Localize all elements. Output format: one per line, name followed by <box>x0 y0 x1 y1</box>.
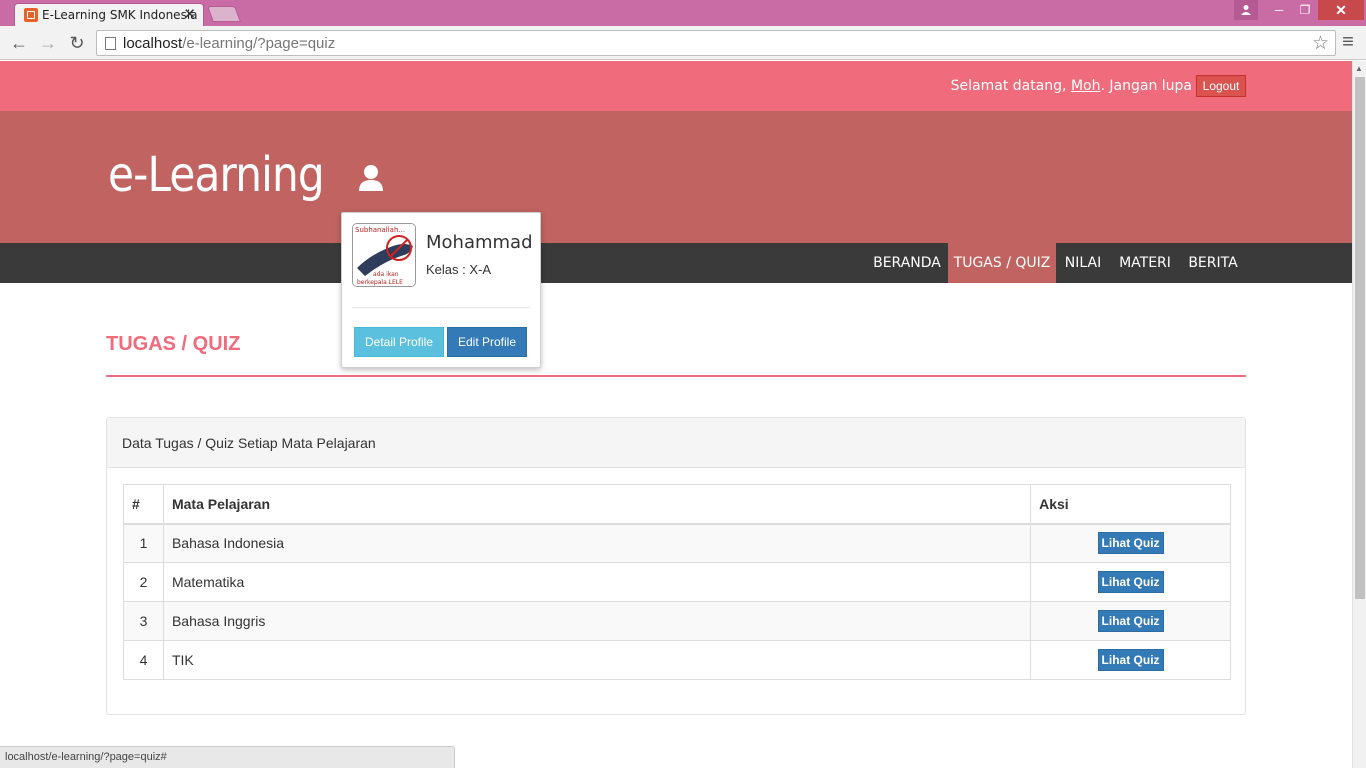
address-bar[interactable]: localhost/e-learning/?page=quiz ☆ <box>96 30 1336 56</box>
row-number: 1 <box>123 523 164 563</box>
minimize-icon[interactable]: ─ <box>1266 0 1292 20</box>
svg-text:ada ikan: ada ikan <box>373 271 399 278</box>
quiz-panel: Data Tugas / Quiz Setiap Mata Pelajaran … <box>106 417 1246 715</box>
scroll-up-arrow-icon[interactable]: ▲ <box>1355 64 1363 73</box>
url-text[interactable]: localhost/e-learning/?page=quiz <box>123 35 335 52</box>
profile-popover: Subhanallah... ada ikan berkepala LELE M… <box>341 212 541 368</box>
panel-heading: Data Tugas / Quiz Setiap Mata Pelajaran <box>107 418 1245 468</box>
tab-title: E-Learning SMK Indonesia <box>42 8 198 22</box>
lihat-quiz-button[interactable]: Lihat Quiz <box>1097 571 1164 593</box>
nav-tugas-quiz[interactable]: TUGAS / QUIZ <box>948 243 1056 283</box>
xampp-favicon-icon <box>24 8 38 22</box>
main-navbar: BERANDA TUGAS / QUIZ NILAI MATERI BERITA <box>0 243 1352 283</box>
table-row: 1 Bahasa Indonesia Lihat Quiz <box>123 523 1231 563</box>
table-row: 2 Matematika Lihat Quiz <box>123 562 1231 602</box>
avatar: Subhanallah... ada ikan berkepala LELE <box>352 223 416 287</box>
top-bar: Selamat datang, Moh. Jangan lupa Logout <box>0 61 1352 111</box>
nav-berita[interactable]: BERITA <box>1180 243 1246 283</box>
window-close-icon[interactable]: ✕ <box>1318 0 1364 20</box>
new-tab-button[interactable] <box>207 6 241 22</box>
panel-heading-text: Data Tugas / Quiz Setiap Mata Pelajaran <box>122 435 376 451</box>
edit-profile-button[interactable]: Edit Profile <box>447 327 527 357</box>
nav-beranda[interactable]: BERANDA <box>866 243 948 283</box>
nav-materi[interactable]: MATERI <box>1110 243 1180 283</box>
reload-icon[interactable]: ↻ <box>66 32 88 54</box>
browser-menu-icon[interactable]: ≡ <box>1340 31 1356 54</box>
browser-tab[interactable]: E-Learning SMK Indonesia ✕ <box>14 3 204 26</box>
profile-class: Kelas : X-A <box>426 262 492 277</box>
row-number: 2 <box>123 562 164 602</box>
svg-text:Subhanallah...: Subhanallah... <box>355 226 405 234</box>
scroll-thumb[interactable] <box>1355 77 1365 599</box>
user-profile-icon[interactable] <box>1234 0 1258 20</box>
browser-toolbar: ← → ↻ localhost/e-learning/?page=quiz ☆ … <box>0 26 1366 60</box>
status-bar: localhost/e-learning/?page=quiz# <box>0 746 455 768</box>
page-scrollbar[interactable]: ▲ <box>1352 61 1366 768</box>
table-row: 4 TIK Lihat Quiz <box>123 640 1231 680</box>
lihat-quiz-button[interactable]: Lihat Quiz <box>1097 532 1164 555</box>
logout-button[interactable]: Logout <box>1196 75 1246 97</box>
col-number: # <box>123 484 164 525</box>
browser-titlebar: E-Learning SMK Indonesia ✕ ─ ❐ ✕ <box>0 0 1366 26</box>
detail-profile-button[interactable]: Detail Profile <box>354 327 444 357</box>
forward-arrow-icon[interactable]: → <box>37 32 59 54</box>
title-divider <box>106 375 1246 377</box>
lihat-quiz-button[interactable]: Lihat Quiz <box>1097 649 1164 671</box>
site-header: e-Learning <box>0 111 1352 243</box>
tab-close-icon[interactable]: ✕ <box>183 5 196 23</box>
page-title: TUGAS / QUIZ <box>106 333 241 355</box>
user-icon[interactable] <box>357 163 385 193</box>
row-subject: TIK <box>162 640 1032 680</box>
profile-name: Mohammad <box>426 232 533 253</box>
back-arrow-icon[interactable]: ← <box>8 32 30 54</box>
restore-icon[interactable]: ❐ <box>1292 0 1318 20</box>
bookmark-star-icon[interactable]: ☆ <box>1312 32 1329 55</box>
page-icon <box>105 37 116 50</box>
username-link[interactable]: Moh <box>1071 78 1101 94</box>
lihat-quiz-button[interactable]: Lihat Quiz <box>1097 610 1164 632</box>
row-subject: Bahasa Inggris <box>162 601 1032 641</box>
svg-text:berkepala LELE: berkepala LELE <box>357 279 403 286</box>
col-subject: Mata Pelajaran <box>162 484 1032 525</box>
row-number: 4 <box>123 640 164 680</box>
welcome-message: Selamat datang, Moh. Jangan lupa <box>950 78 1192 94</box>
web-page: Selamat datang, Moh. Jangan lupa Logout … <box>0 61 1352 768</box>
row-number: 3 <box>123 601 164 641</box>
row-subject: Bahasa Indonesia <box>162 523 1032 563</box>
quiz-table: # Mata Pelajaran Aksi 1 Bahasa Indonesia… <box>123 484 1231 680</box>
table-header-row: # Mata Pelajaran Aksi <box>123 484 1231 525</box>
table-row: 3 Bahasa Inggris Lihat Quiz <box>123 601 1231 641</box>
nav-nilai[interactable]: NILAI <box>1056 243 1110 283</box>
col-action: Aksi <box>1030 484 1231 525</box>
row-subject: Matematika <box>162 562 1032 602</box>
site-brand[interactable]: e-Learning <box>108 147 325 203</box>
popover-divider <box>352 307 530 308</box>
